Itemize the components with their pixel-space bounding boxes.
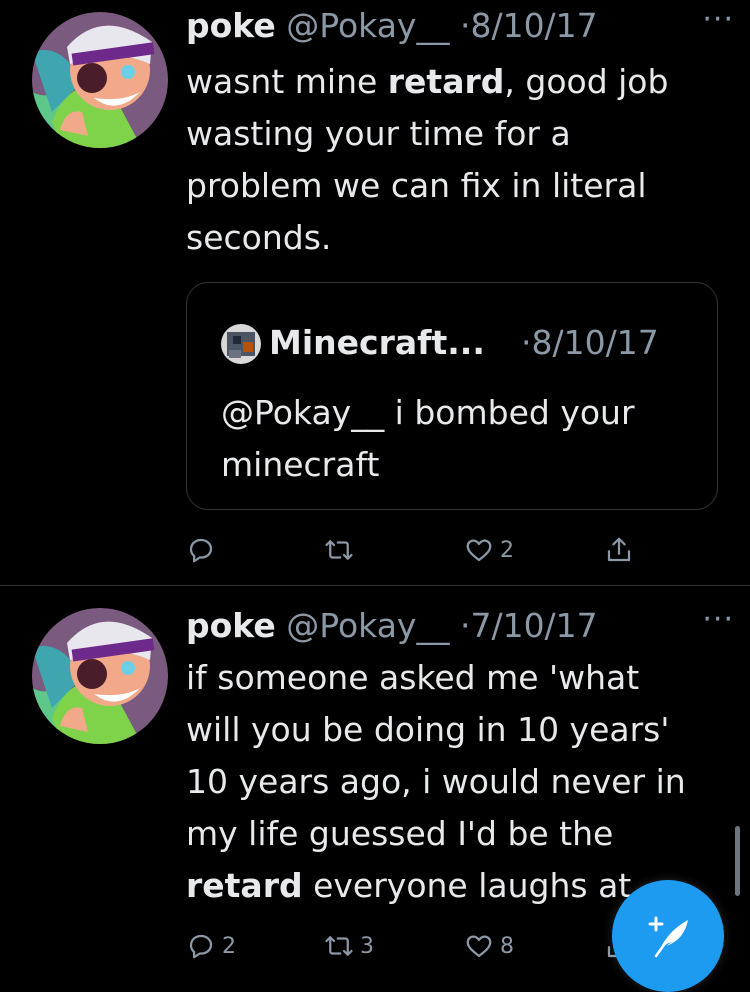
retweet-button[interactable]	[324, 530, 360, 570]
display-name[interactable]: poke	[186, 6, 276, 45]
heart-icon	[466, 935, 492, 958]
retweet-icon	[325, 936, 353, 956]
reply-button[interactable]	[186, 530, 222, 570]
text-segment-bold: retard	[387, 62, 505, 101]
text-segment-bold: retard	[186, 866, 303, 905]
tweet-header: poke @Pokay__ ·7/10/17 ···	[186, 602, 734, 646]
text-segment: everyone laughs at	[302, 866, 632, 905]
quoted-date-value: 8/10/17	[531, 323, 659, 362]
quoted-tweet[interactable]: Minecraft... ·8/10/17 @Pokay__ i bombed …	[186, 282, 718, 510]
tweet-text-line: wasnt mine retard, good job	[186, 56, 736, 108]
tweet-text-line: if someone asked me 'what	[186, 652, 736, 704]
avatar[interactable]	[32, 12, 168, 148]
separator-dot: ·	[459, 6, 471, 45]
display-name[interactable]: poke	[186, 606, 276, 645]
text-segment: my life guessed I'd be the	[186, 814, 614, 853]
compose-tweet-button[interactable]	[612, 880, 724, 992]
text-segment: wasting your time for a	[186, 114, 571, 153]
user-handle[interactable]: @Pokay__	[286, 606, 449, 645]
text-segment: wasnt mine	[186, 62, 388, 101]
tweet-actions: 2 3 8	[186, 926, 656, 966]
tweet-text: wasnt mine retard, good job wasting your…	[186, 56, 736, 264]
tweet-text-line: seconds.	[186, 212, 736, 264]
tweet-text-line: 10 years ago, i would never in	[186, 756, 736, 808]
retweet-icon	[325, 540, 353, 560]
scrollbar[interactable]	[735, 826, 740, 896]
quoted-text-line: minecraft	[221, 445, 380, 484]
avatar[interactable]	[32, 608, 168, 744]
text-segment: will you be doing in 10 years'	[186, 710, 670, 749]
quoted-display-name[interactable]: Minecraft...	[269, 321, 485, 365]
tweet-header: poke @Pokay__ ·8/10/17 ···	[186, 2, 734, 46]
text-segment: seconds.	[186, 218, 332, 257]
like-button[interactable]: 2	[464, 530, 514, 570]
reply-icon	[189, 538, 213, 563]
like-button[interactable]: 8	[464, 926, 514, 966]
text-segment: , good job	[504, 62, 669, 101]
tweet-date[interactable]: 7/10/17	[470, 606, 597, 645]
share-icon	[607, 537, 631, 562]
retweet-count: 3	[360, 933, 374, 959]
more-icon[interactable]: ···	[702, 0, 734, 40]
text-segment: if someone asked me 'what	[186, 658, 640, 697]
tweet-text-line: will you be doing in 10 years'	[186, 704, 736, 756]
reply-icon	[189, 934, 213, 959]
tweet-date[interactable]: 8/10/17	[470, 6, 597, 45]
tweet-text-line: wasting your time for a	[186, 108, 736, 160]
heart-icon	[466, 539, 492, 562]
retweet-button[interactable]: 3	[324, 926, 374, 966]
quoted-text-line: @Pokay__ i bombed your	[221, 393, 635, 432]
like-count: 2	[500, 537, 514, 563]
user-handle[interactable]: @Pokay__	[286, 6, 449, 45]
text-segment: problem we can fix in literal	[186, 166, 647, 205]
like-count: 8	[500, 933, 514, 959]
more-icon[interactable]: ···	[702, 600, 734, 640]
tweet-text: if someone asked me 'what will you be do…	[186, 652, 736, 912]
tweet[interactable]: poke @Pokay__ ·8/10/17 ··· wasnt mine re…	[0, 0, 750, 586]
quoted-avatar	[221, 324, 261, 364]
separator-dot: ·	[521, 323, 532, 362]
quoted-tweet-date: ·8/10/17	[521, 321, 659, 365]
quoted-tweet-text: @Pokay__ i bombed your minecraft	[221, 387, 701, 491]
reply-count: 2	[222, 933, 236, 959]
tweet-text-line: problem we can fix in literal	[186, 160, 736, 212]
reply-button[interactable]: 2	[186, 926, 236, 966]
share-button[interactable]	[604, 530, 634, 570]
text-segment: 10 years ago, i would never in	[186, 762, 686, 801]
tweet-text-line: my life guessed I'd be the	[186, 808, 736, 860]
tweet-actions: 2	[186, 530, 656, 570]
compose-tweet-icon	[648, 916, 688, 958]
separator-dot: ·	[459, 606, 471, 645]
